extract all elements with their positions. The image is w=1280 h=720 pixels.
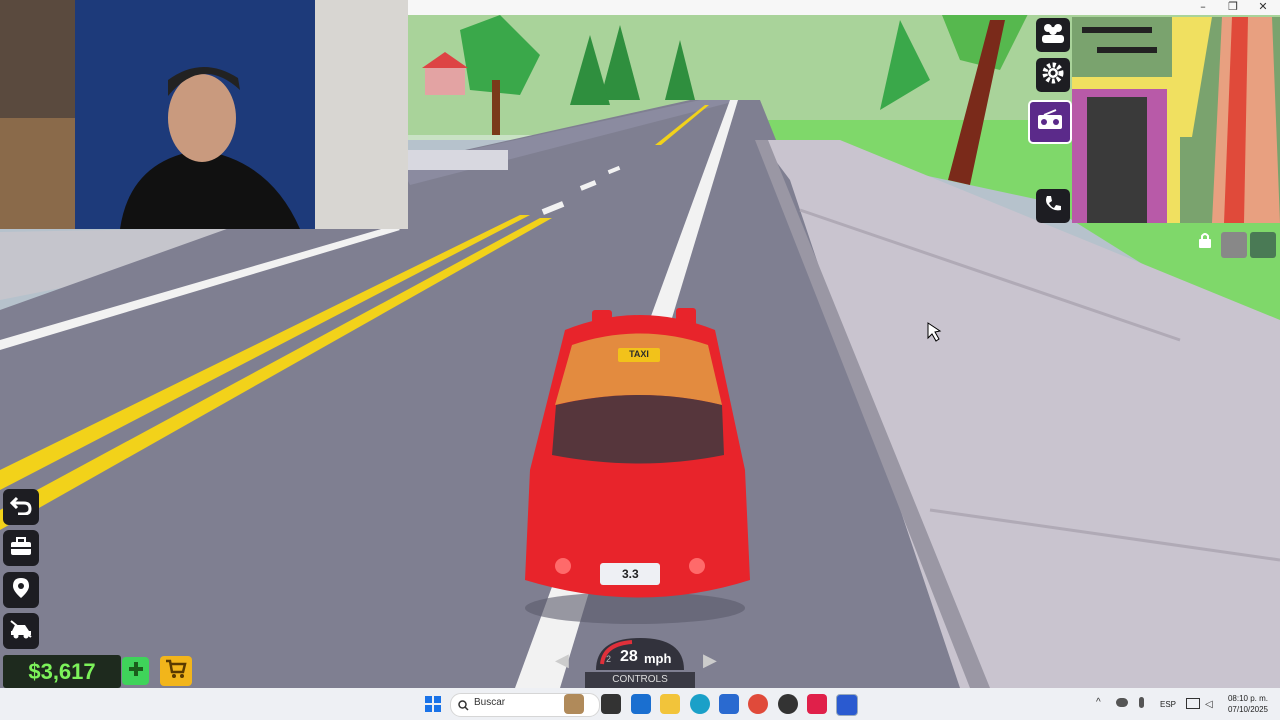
tray-chevron-icon[interactable]: ^ — [1096, 697, 1101, 708]
clock-time[interactable]: 08:10 p. m. — [1226, 694, 1268, 703]
search-icon — [458, 698, 469, 716]
plus-icon — [128, 661, 144, 682]
task-view-icon[interactable] — [601, 694, 621, 714]
controls-button[interactable]: CONTROLS — [585, 672, 695, 688]
window-titlebar — [408, 0, 1280, 15]
search-placeholder: Buscar — [474, 697, 506, 708]
taxi-roof-sign: TAXI — [629, 349, 649, 359]
phone-icon — [1043, 194, 1063, 219]
settings-button[interactable] — [1036, 58, 1070, 92]
language-indicator[interactable]: ESP — [1160, 700, 1176, 709]
money-display: $3,617 — [3, 655, 121, 688]
cloud-icon[interactable] — [1116, 698, 1128, 707]
back-button[interactable] — [3, 489, 39, 525]
speed-value: 28 — [620, 648, 638, 665]
windows-logo-icon — [425, 696, 441, 716]
edge-icon[interactable] — [690, 694, 710, 714]
vehicle-button[interactable] — [3, 613, 39, 649]
display-icon[interactable] — [1186, 698, 1200, 709]
radio-button[interactable] — [1028, 100, 1072, 144]
minimize-button[interactable]: – — [1188, 0, 1218, 14]
lock-button[interactable] — [1198, 232, 1214, 250]
clock-date[interactable]: 07/10/2025 — [1226, 705, 1268, 714]
speed-unit: mph — [644, 651, 672, 666]
location-button[interactable] — [3, 572, 39, 608]
maximize-button[interactable]: ❐ — [1218, 0, 1248, 14]
add-money-button[interactable] — [122, 657, 149, 685]
file-explorer-icon[interactable] — [660, 694, 680, 714]
radio-icon — [1036, 108, 1064, 136]
undo-icon — [9, 495, 32, 520]
license-plate: 3.3 — [622, 567, 639, 581]
cart-icon — [165, 659, 187, 684]
start-button[interactable] — [425, 696, 441, 712]
briefcase-icon — [10, 536, 32, 561]
shop-button[interactable] — [160, 656, 192, 686]
players-button[interactable] — [1036, 18, 1070, 52]
store-icon[interactable] — [719, 694, 739, 714]
roblox-icon[interactable] — [836, 694, 858, 716]
vehicle-icon — [9, 619, 33, 644]
speedometer — [596, 638, 684, 670]
minimap[interactable] — [1072, 17, 1280, 223]
obs-icon[interactable] — [778, 694, 798, 714]
microphone-icon[interactable] — [1139, 697, 1144, 708]
location-pin-icon — [12, 577, 30, 604]
chrome-icon[interactable] — [748, 694, 768, 714]
jobs-button[interactable] — [3, 530, 39, 566]
players-icon — [1040, 22, 1066, 49]
search-highlight-icon — [564, 694, 584, 714]
minimap-toggle[interactable] — [1250, 232, 1276, 258]
tiktok-icon[interactable] — [807, 694, 827, 714]
phone-button[interactable] — [1036, 189, 1070, 223]
steer-right-arrow[interactable]: ▶ — [703, 650, 717, 671]
gear-icon — [1041, 61, 1065, 90]
close-button[interactable]: ✕ — [1248, 0, 1278, 14]
gear-indicator: 2 — [606, 654, 612, 664]
steer-left-arrow[interactable]: ◀ — [555, 650, 569, 671]
webcam-overlay — [0, 0, 408, 229]
outlook-icon[interactable] — [631, 694, 651, 714]
lock-icon — [1198, 233, 1212, 252]
avatar[interactable] — [1221, 232, 1247, 258]
speaker-icon[interactable]: ◁ — [1205, 699, 1213, 710]
